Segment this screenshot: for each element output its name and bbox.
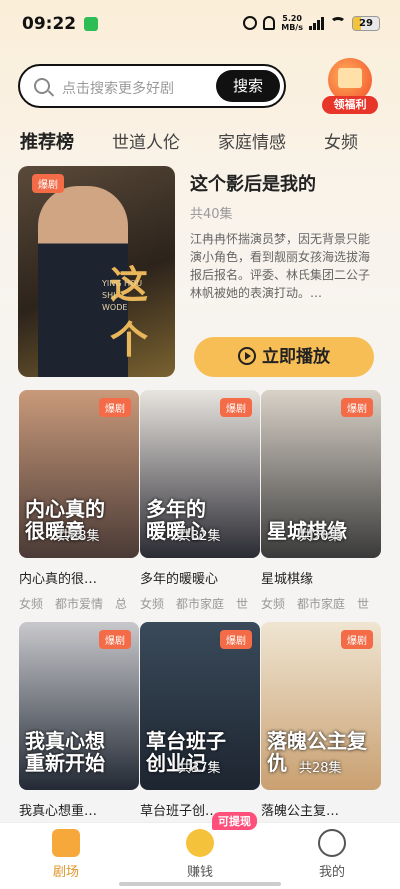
nav-earn[interactable]: 赚钱 [160, 829, 240, 880]
card-tags: 女频 都市家庭世 [261, 595, 381, 612]
theatre-icon [52, 829, 80, 857]
feature-poster[interactable]: 这个 YING HOU SHI WODE 爆剧 [18, 166, 175, 377]
tag: 都市家庭 [176, 597, 225, 611]
coin-icon [186, 829, 214, 857]
nav-me-label: 我的 [318, 865, 345, 880]
nav-theatre-label: 剧场 [52, 865, 79, 880]
hot-badge: 爆剧 [99, 630, 131, 649]
card-title[interactable]: 星城棋缘 [261, 568, 381, 587]
profile-icon [318, 829, 346, 857]
hot-badge: 爆剧 [341, 630, 373, 649]
battery-level: 29 [359, 17, 373, 29]
drama-card[interactable]: 爆剧 星城棋缘 共30集星城棋缘女频 都市家庭世 [261, 390, 381, 612]
bottom-nav: 剧场 赚钱 我的 [0, 822, 400, 889]
drama-card[interactable]: 爆剧 草台班子 创业记 共37集 草台班子创… [140, 622, 260, 819]
nav-theatre[interactable]: 剧场 [26, 829, 106, 880]
card-poster[interactable]: 爆剧 星城棋缘 共30集 [261, 390, 381, 558]
drama-card[interactable]: 爆剧 内心真的 很暖意 共28集内心真的很… 女频 都市爱情总 [19, 390, 139, 612]
play-button[interactable]: 立即播放 [194, 337, 374, 377]
play-label: 立即播放 [262, 347, 330, 367]
signal-icon [309, 16, 324, 30]
tab-family-ethics[interactable]: 世道人伦 [112, 128, 180, 156]
tag: 都市爱情 [55, 597, 104, 611]
card-poster[interactable]: 爆剧我真心想 重新开始 [19, 622, 139, 790]
card-tags: 女频 都市爱情总 [19, 595, 139, 612]
wifi-icon [330, 17, 346, 29]
play-icon [238, 347, 256, 365]
net-speed: 5.20 MB/s [281, 14, 303, 32]
tab-family-emotion[interactable]: 家庭情感 [218, 128, 286, 156]
search-bar[interactable]: 点击搜索更多好剧 搜索 [18, 64, 286, 108]
home-indicator[interactable] [119, 882, 281, 886]
card-poster[interactable]: 爆剧 多年的 暖暖心 共32集 [140, 390, 260, 558]
drama-card[interactable]: 爆剧 多年的 暖暖心 共32集 多年的暖暖心 女频 都市家庭世 [140, 390, 260, 612]
card-poster[interactable]: 爆剧 落魄公主复仇 共28集 [261, 622, 381, 790]
tag: 世 [236, 597, 249, 611]
hot-badge: 爆剧 [99, 398, 131, 417]
drama-card[interactable]: 爆剧 落魄公主复仇 共28集落魄公主复… [261, 622, 381, 819]
search-input[interactable]: 点击搜索更多好剧 [62, 78, 174, 98]
card-title[interactable]: 我真心想重… [19, 800, 139, 819]
hot-badge: 爆剧 [220, 630, 252, 649]
hot-badge: 爆剧 [341, 398, 373, 417]
card-title[interactable]: 内心真的很… [19, 568, 139, 587]
card-title[interactable]: 落魄公主复… [261, 800, 381, 819]
drama-card[interactable]: 爆剧我真心想 重新开始我真心想重… [19, 622, 139, 819]
search-icon [34, 78, 50, 94]
poster-title: 我真心想 重新开始 [25, 729, 105, 775]
tag: 女频 [261, 597, 286, 611]
episode-count: 共30集 [299, 529, 342, 544]
status-bar: 09:22 5.20 MB/s 29 [0, 0, 400, 48]
feature-episode-count: 共40集 [190, 207, 233, 222]
search-button[interactable]: 搜索 [216, 70, 280, 102]
withdraw-badge: 可提现 [212, 812, 257, 830]
category-tabs: 推荐榜 世道人伦 家庭情感 女频 [20, 128, 400, 156]
envelope-icon [338, 68, 362, 88]
tag: 总 [115, 597, 128, 611]
mute-icon [263, 16, 276, 30]
hot-badge: 爆剧 [32, 174, 64, 193]
hot-badge: 爆剧 [220, 398, 252, 417]
welfare-label: 领福利 [322, 96, 378, 114]
tag: 女频 [19, 597, 44, 611]
feature-title[interactable]: 这个影后是我的 [190, 170, 316, 196]
card-poster[interactable]: 爆剧 内心真的 很暖意 共28集 [19, 390, 139, 558]
episode-count: 共32集 [178, 529, 221, 544]
poster-subtitle: YING HOU SHI WODE [102, 279, 143, 312]
clock: 09:22 [22, 14, 77, 34]
tag: 女频 [140, 597, 165, 611]
feature-description: 江冉冉怀揣演员梦，因无背景只能演小角色，看到靓丽女孩海选拔海报后报名。评委、林氏… [190, 232, 371, 300]
battery-icon: 29 [352, 15, 380, 31]
episode-count: 共37集 [178, 761, 221, 776]
tab-female[interactable]: 女频 [324, 128, 358, 156]
tab-recommended[interactable]: 推荐榜 [20, 128, 74, 156]
nav-earn-label: 赚钱 [186, 865, 213, 880]
tag: 都市家庭 [297, 597, 346, 611]
welfare-button[interactable]: 领福利 [322, 58, 378, 116]
episode-count: 共28集 [57, 529, 100, 544]
nav-me[interactable]: 我的 [292, 829, 372, 880]
card-poster[interactable]: 爆剧 草台班子 创业记 共37集 [140, 622, 260, 790]
tag: 世 [357, 597, 370, 611]
status-icons: 5.20 MB/s 29 [243, 14, 380, 32]
card-title[interactable]: 多年的暖暖心 [140, 568, 260, 587]
wechat-notification-icon [84, 17, 98, 31]
episode-count: 共28集 [299, 761, 342, 776]
card-tags: 女频 都市家庭世 [140, 595, 260, 612]
alarm-icon [243, 16, 258, 30]
